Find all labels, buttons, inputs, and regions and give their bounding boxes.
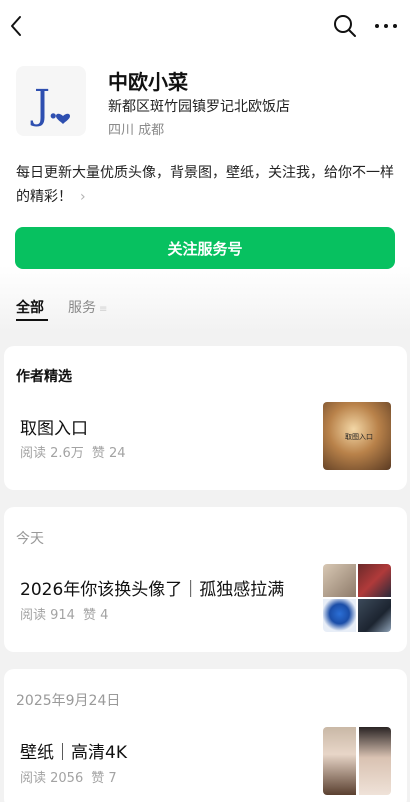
thumbnail-image	[358, 599, 391, 632]
featured-card: 作者精选 取图入口 阅读 2.6万赞 24 取图入口	[4, 346, 407, 490]
article-title[interactable]: 壁纸｜高清4K	[20, 738, 127, 763]
article-thumbnail-grid[interactable]	[323, 564, 391, 632]
like-count: 赞 24	[91, 446, 126, 461]
article-thumbnail-grid[interactable]	[323, 727, 391, 795]
more-dots-icon[interactable]	[372, 13, 400, 39]
bio-text: 每日更新大量优质头像，背景图，壁纸，关注我，给你不一样的精彩！	[16, 165, 394, 205]
tab-active-indicator	[16, 319, 48, 321]
section-date: 今天	[16, 531, 44, 547]
follow-service-button[interactable]: 关注服务号	[15, 227, 395, 269]
menu-lines-icon: ≡	[99, 304, 108, 315]
read-count: 阅读 2.6万	[20, 446, 84, 461]
thumbnail-image	[323, 599, 356, 632]
thumbnail-image	[358, 564, 391, 597]
article-title[interactable]: 取图入口	[20, 414, 88, 439]
like-count: 赞 4	[82, 608, 109, 623]
article-card: 2025年9月24日 壁纸｜高清4K 阅读 2056 赞 7	[4, 669, 407, 802]
search-icon[interactable]	[332, 13, 358, 39]
chevron-right-icon: ›	[80, 189, 86, 205]
like-count: 赞 7	[91, 771, 117, 786]
account-city: 四川 成都	[108, 123, 165, 138]
section-date: 2025年9月24日	[16, 693, 121, 709]
avatar[interactable]: J.	[16, 66, 86, 136]
featured-heading: 作者精选	[16, 369, 72, 385]
article-thumbnail[interactable]: 取图入口	[323, 402, 391, 470]
back-arrow-icon[interactable]	[4, 12, 32, 40]
avatar-logo-icon: J.	[30, 82, 70, 128]
thumbnail-image	[358, 727, 391, 795]
article-card: 今天 2026年你该换头像了｜孤独感拉满 阅读 914 赞 4	[4, 507, 407, 652]
read-count: 阅读 2056	[20, 771, 84, 786]
tab-service-label: 服务	[68, 300, 96, 316]
thumbnail-image	[323, 564, 356, 597]
account-bio[interactable]: 每日更新大量优质头像，背景图，壁纸，关注我，给你不一样的精彩！ ›	[16, 161, 400, 209]
article-stats: 阅读 2056 赞 7	[20, 767, 117, 786]
account-address: 新都区斑竹园镇罗记北欧饭店	[108, 99, 290, 115]
thumbnail-image	[323, 727, 356, 795]
tab-service[interactable]: 服务 ≡	[68, 297, 107, 317]
article-title[interactable]: 2026年你该换头像了｜孤独感拉满	[20, 575, 284, 600]
article-stats: 阅读 914 赞 4	[20, 604, 108, 623]
tab-all[interactable]: 全部	[16, 297, 44, 317]
avatar-text: J.	[30, 82, 60, 128]
navigation-bar	[0, 0, 410, 52]
thumbnail-caption: 取图入口	[345, 433, 373, 441]
article-stats: 阅读 2.6万赞 24	[20, 442, 126, 461]
account-name: 中欧小菜	[108, 70, 188, 94]
read-count: 阅读 914	[20, 608, 75, 623]
